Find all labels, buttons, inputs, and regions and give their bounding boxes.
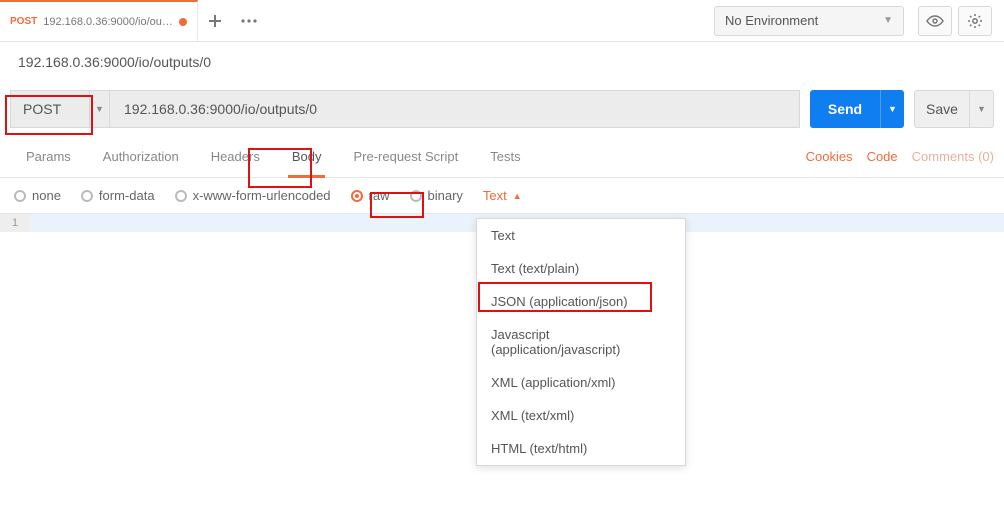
triangle-up-icon: ▲ xyxy=(513,191,522,201)
environment-label: No Environment xyxy=(725,13,818,28)
caret-down-icon: ▼ xyxy=(89,91,109,127)
radio-icon xyxy=(410,190,422,202)
settings-button[interactable] xyxy=(958,6,992,36)
code-link[interactable]: Code xyxy=(867,149,898,164)
environment-select[interactable]: No Environment ▼ xyxy=(714,6,904,36)
line-number: 1 xyxy=(0,214,30,232)
cookies-link[interactable]: Cookies xyxy=(806,149,853,164)
right-links: Cookies Code Comments (0) xyxy=(806,149,994,164)
request-tabs: Params Authorization Headers Body Pre-re… xyxy=(0,136,1004,178)
content-type-option-html[interactable]: HTML (text/html) xyxy=(477,432,685,465)
method-select[interactable]: POST ▼ xyxy=(10,90,110,128)
radio-label: binary xyxy=(428,188,463,203)
body-type-row: none form-data x-www-form-urlencoded raw… xyxy=(0,178,1004,214)
send-options-button[interactable]: ▼ xyxy=(880,90,904,128)
save-options-button[interactable]: ▼ xyxy=(970,90,994,128)
comments-link[interactable]: Comments (0) xyxy=(912,149,994,164)
radio-icon xyxy=(81,190,93,202)
tab-title: 192.168.0.36:9000/io/outputs/0 xyxy=(43,16,173,28)
new-tab-button[interactable] xyxy=(198,4,232,38)
tab-authorization[interactable]: Authorization xyxy=(87,136,195,178)
save-button[interactable]: Save xyxy=(914,90,970,128)
tab-method-badge: POST xyxy=(10,16,37,27)
body-type-binary[interactable]: binary xyxy=(410,188,463,203)
tab-headers[interactable]: Headers xyxy=(195,136,276,178)
radio-icon xyxy=(14,190,26,202)
radio-label: form-data xyxy=(99,188,155,203)
content-type-option-text[interactable]: Text xyxy=(477,219,685,252)
body-type-raw[interactable]: raw xyxy=(351,188,390,203)
content-type-dropdown: Text Text (text/plain) JSON (application… xyxy=(476,218,686,466)
tab-body[interactable]: Body xyxy=(276,136,338,178)
tab-prerequest[interactable]: Pre-request Script xyxy=(337,136,474,178)
content-type-dropdown-trigger[interactable]: Text ▲ xyxy=(483,188,522,203)
content-type-option-xml-text[interactable]: XML (text/xml) xyxy=(477,399,685,432)
caret-down-icon: ▼ xyxy=(883,15,893,26)
top-tab-bar: POST 192.168.0.36:9000/io/outputs/0 No E… xyxy=(0,0,1004,42)
request-name: 192.168.0.36:9000/io/outputs/0 xyxy=(0,42,1004,82)
content-type-option-javascript[interactable]: Javascript (application/javascript) xyxy=(477,318,685,366)
content-type-label: Text xyxy=(483,188,507,203)
unsaved-dot-icon xyxy=(179,18,187,26)
environment-quicklook-button[interactable] xyxy=(918,6,952,36)
save-group: Save ▼ xyxy=(914,90,994,128)
tab-actions-button[interactable] xyxy=(232,4,266,38)
radio-icon xyxy=(351,190,363,202)
body-type-none[interactable]: none xyxy=(14,188,61,203)
tab-tests[interactable]: Tests xyxy=(474,136,536,178)
content-type-option-json[interactable]: JSON (application/json) xyxy=(477,285,685,318)
request-row: POST ▼ Send ▼ Save ▼ xyxy=(0,82,1004,136)
send-button[interactable]: Send xyxy=(810,90,880,128)
send-group: Send ▼ xyxy=(810,90,904,128)
tab-params[interactable]: Params xyxy=(10,136,87,178)
editor-gutter: 1 xyxy=(0,214,30,232)
radio-icon xyxy=(175,190,187,202)
body-type-form-data[interactable]: form-data xyxy=(81,188,155,203)
method-label: POST xyxy=(23,101,61,117)
radio-label: raw xyxy=(369,188,390,203)
body-type-urlencoded[interactable]: x-www-form-urlencoded xyxy=(175,188,331,203)
radio-label: none xyxy=(32,188,61,203)
radio-label: x-www-form-urlencoded xyxy=(193,188,331,203)
content-type-option-text-plain[interactable]: Text (text/plain) xyxy=(477,252,685,285)
url-input[interactable] xyxy=(110,90,800,128)
content-type-option-xml-app[interactable]: XML (application/xml) xyxy=(477,366,685,399)
request-tab[interactable]: POST 192.168.0.36:9000/io/outputs/0 xyxy=(0,0,198,42)
